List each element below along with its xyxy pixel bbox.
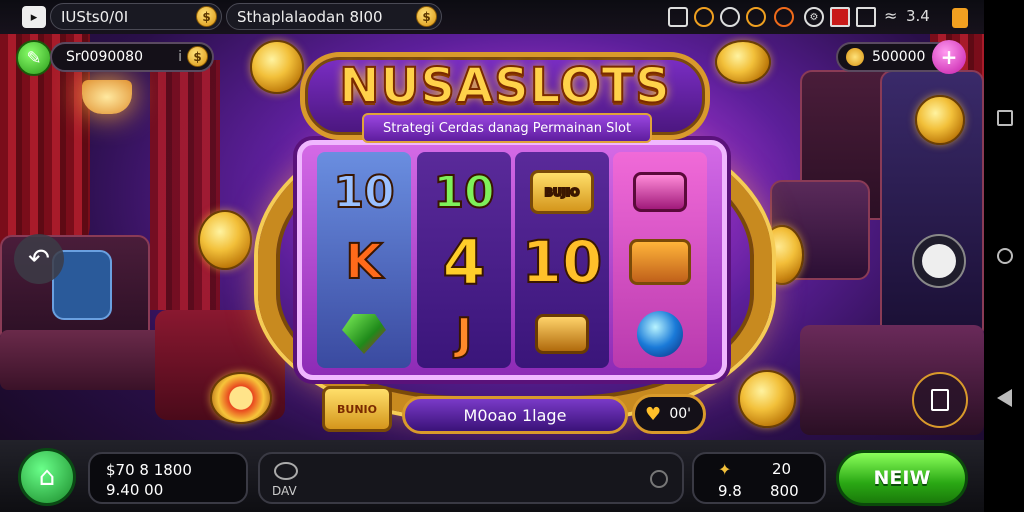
- home-icon: ⌂: [38, 462, 56, 492]
- left-badge: DAV: [272, 484, 297, 498]
- reel-3: BUJIO 10: [515, 152, 609, 368]
- reel-2: 10 4 J: [417, 152, 511, 368]
- heart-icon: ♥: [645, 404, 662, 425]
- chest-icon: [535, 314, 589, 354]
- symbol-j: J: [455, 308, 473, 361]
- coin-deco: [738, 370, 796, 428]
- symbol-chest: [515, 298, 609, 368]
- coin-deco: [915, 95, 965, 145]
- reel-4: [613, 152, 707, 368]
- settings-icon[interactable]: ⚙: [804, 7, 824, 27]
- back-triangle-icon[interactable]: [997, 389, 1012, 407]
- screen-icon[interactable]: [830, 7, 850, 27]
- coin-deco: [250, 40, 304, 94]
- home-circle-icon[interactable]: [997, 248, 1013, 264]
- lamp: [82, 80, 132, 114]
- reel-1: 10 K: [317, 152, 411, 368]
- home-button[interactable]: ⌂: [18, 448, 76, 506]
- coin-icon[interactable]: [746, 7, 766, 27]
- app-icon[interactable]: ▸: [22, 6, 46, 28]
- status-pill-1-text: IUSts0/0I: [61, 7, 129, 26]
- bonus-icon: ✦: [718, 460, 732, 479]
- ticket-icon: [629, 239, 691, 285]
- coin-icon: [846, 48, 864, 66]
- stat-a-top: 20: [772, 460, 792, 478]
- spin-button[interactable]: NEIW: [836, 450, 968, 506]
- stat-b-bottom: 800: [770, 482, 799, 500]
- bet-button[interactable]: ♥ 00': [632, 394, 706, 434]
- symbol-chest: [613, 156, 707, 228]
- symbol-10: 10: [521, 227, 604, 297]
- signal-text: 3.4: [906, 7, 930, 25]
- balance-right-value: 500000: [872, 49, 926, 65]
- coin-icon: $: [196, 6, 217, 27]
- target-icon[interactable]: [650, 470, 668, 488]
- symbol-gem: [613, 298, 707, 368]
- game-screen: 10 K 10 4 J BUJIO 10 NUSASLOTS Strategi …: [0, 0, 1024, 512]
- bonus-ticket-icon[interactable]: BUNIO: [322, 386, 392, 432]
- balance-left-value: Sr0090080: [66, 49, 143, 65]
- coin-icon[interactable]: [694, 7, 714, 27]
- ticket-icon: BUJIO: [530, 170, 594, 214]
- mode-button[interactable]: M0oao 1lage: [402, 396, 628, 434]
- bet-value: 00': [669, 406, 691, 422]
- page-button[interactable]: [912, 372, 968, 428]
- record-button[interactable]: [912, 234, 966, 288]
- symbol-10: 10: [332, 166, 395, 219]
- symbol-gem: [317, 298, 411, 368]
- gem-icon: [342, 314, 386, 354]
- back-button[interactable]: ↶: [14, 234, 64, 284]
- status-pill-1[interactable]: IUSts0/0I $: [50, 3, 222, 30]
- symbol-10: 10: [432, 166, 495, 219]
- stat-a-bottom: 9.8: [718, 482, 742, 500]
- symbol-4: 4: [441, 225, 486, 300]
- network-icon[interactable]: [856, 7, 876, 27]
- symbol-ticket: [613, 226, 707, 298]
- curtain-mid: [150, 60, 220, 310]
- game-logo: NUSASLOTS: [338, 57, 671, 115]
- edit-button[interactable]: ✎: [16, 40, 52, 76]
- record-circle-icon: [922, 244, 956, 278]
- medal-icon[interactable]: [774, 7, 794, 27]
- add-funds-button[interactable]: +: [932, 40, 966, 74]
- back-arrow-icon: ↶: [28, 244, 50, 274]
- stats-panel: ✦ 20 9.8 800: [692, 452, 826, 504]
- status-pill-2[interactable]: Sthaplalaodan 8I00 $: [226, 3, 442, 30]
- status-pill-2-text: Sthaplalaodan 8I00: [237, 7, 383, 26]
- wifi-icon: ≈: [884, 6, 898, 25]
- balance-line-2: 9.40 00: [106, 481, 164, 499]
- chest-icon: [633, 172, 687, 212]
- message-field[interactable]: DAV: [258, 452, 684, 504]
- coin-icon: $: [416, 6, 437, 27]
- pencil-icon: ✎: [26, 47, 42, 69]
- coin-deco: [715, 40, 771, 84]
- clock-icon[interactable]: [720, 7, 740, 27]
- recents-icon[interactable]: [997, 110, 1013, 126]
- document-icon: [931, 389, 949, 411]
- battery-icon: [952, 8, 968, 28]
- balance-left-suffix: i: [178, 49, 182, 65]
- symbol-ticket: BUJIO: [515, 156, 609, 228]
- game-subtitle: Strategi Cerdas danag Permainan Slot: [362, 113, 652, 143]
- coin-icon[interactable]: $: [187, 46, 208, 67]
- balance-line-1: $70 8 1800: [106, 461, 192, 479]
- orb-icon: [637, 311, 683, 357]
- symbol-k: K: [344, 233, 383, 291]
- coin-deco: [198, 210, 252, 270]
- balance-left: Sr0090080 i $: [50, 42, 214, 72]
- badge-icon[interactable]: [668, 7, 688, 27]
- coin-deco: [210, 372, 272, 424]
- chat-icon: [274, 462, 298, 480]
- balance-display: $70 8 1800 9.40 00: [88, 452, 248, 504]
